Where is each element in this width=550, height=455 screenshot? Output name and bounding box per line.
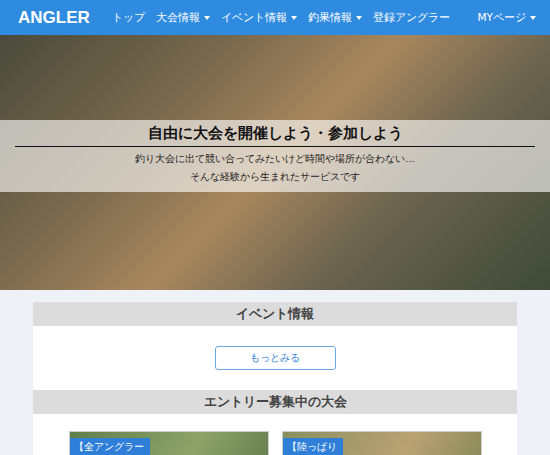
more-button[interactable]: もっとみる [215,346,336,370]
hero-text: 釣り大会に出て競い合ってみたいけど時間や場所が合わない… [135,153,415,165]
nav-item[interactable]: イベント情報 [221,11,297,25]
events-panel: イベント情報もっとみるエントリー募集中の大会【全アングラー 【陸っぱり [33,302,517,455]
tournament-list: 【全アングラー 【陸っぱり [33,414,517,455]
section-header: イベント情報 [33,302,517,326]
nav-item[interactable]: 大会情報 [156,11,210,25]
hero-band: 自由に大会を開催しよう・参加しよう釣り大会に出て競い合ってみたいけど時間や場所が… [0,120,550,192]
hero-title: 自由に大会を開催しよう・参加しよう [15,124,535,147]
card-tag: 【全アングラー [70,438,150,455]
caret-icon [204,16,210,20]
caret-icon [530,16,536,20]
nav-item[interactable]: 釣果情報 [308,11,362,25]
caret-icon [291,16,297,20]
nav-item[interactable]: 登録アングラー [373,11,450,25]
tournament-card[interactable]: 【全アングラー [69,431,269,455]
button-row: もっとみる [33,326,517,390]
hero-image: 自由に大会を開催しよう・参加しよう釣り大会に出て競い合ってみたいけど時間や場所が… [0,35,550,290]
my-page-menu[interactable]: MYページ [478,11,536,25]
card-tag: 【陸っぱり [283,438,343,455]
logo[interactable]: ANGLER [18,8,90,28]
caret-icon [356,16,362,20]
nav-list: トップ大会情報イベント情報釣果情報登録アングラー [112,11,478,25]
nav-item[interactable]: トップ [112,11,145,25]
hero-text: そんな経験から生まれたサービスです [190,171,360,183]
content: イベント情報もっとみるエントリー募集中の大会【全アングラー 【陸っぱり [0,290,550,455]
section-header: エントリー募集中の大会 [33,390,517,414]
navbar: ANGLERトップ大会情報イベント情報釣果情報登録アングラーMYページ [0,0,550,35]
tournament-card[interactable]: 【陸っぱり [282,431,482,455]
